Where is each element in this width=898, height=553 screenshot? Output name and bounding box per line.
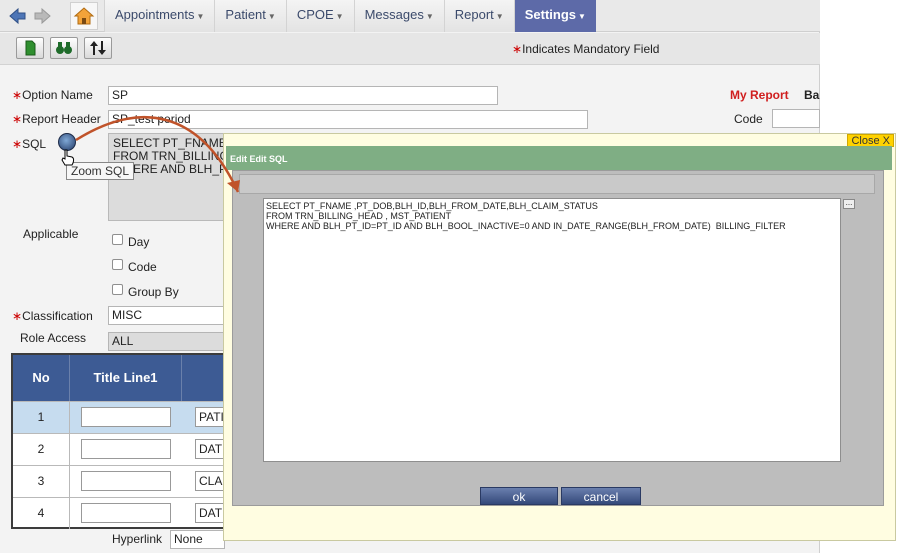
row-number: 4 <box>13 498 70 529</box>
new-document-button[interactable] <box>16 37 44 59</box>
role-access-label: Role Access <box>20 331 87 345</box>
report-header-input[interactable]: SP_test period <box>108 110 588 129</box>
cancel-button[interactable]: cancel <box>561 487 641 505</box>
row-number: 3 <box>13 466 70 497</box>
back-arrow-icon[interactable] <box>6 5 28 27</box>
main-menu: Appointments ▼ Patient ▼ CPOE ▼ Messages ▼ R… <box>104 0 596 32</box>
ba-text: Ba <box>804 88 820 102</box>
table-row[interactable]: 1 PATI <box>13 401 235 433</box>
title-input[interactable] <box>81 471 171 491</box>
header-title-line1: Title Line1 <box>70 355 182 401</box>
title-input[interactable] <box>81 439 171 459</box>
title-input[interactable] <box>81 503 171 523</box>
table-row[interactable]: 2 DATE <box>13 433 235 465</box>
sql-editor[interactable]: SELECT PT_FNAME ,PT_DOB,BLH_ID,BLH_FROM_… <box>263 198 841 462</box>
group-by-label: Group By <box>128 285 179 299</box>
group-by-checkbox[interactable] <box>112 284 123 295</box>
hyperlink-label: Hyperlink <box>112 532 163 546</box>
code-option-label: Code <box>128 260 157 274</box>
role-access-field[interactable]: ALL <box>108 332 228 351</box>
new-document-icon <box>25 40 36 56</box>
zoom-sql-tooltip: Zoom SQL <box>66 162 135 180</box>
title-grid: No Title Line1 1 PATI 2 DATE 3 CLAI 4 DA… <box>11 353 235 529</box>
edit-sql-dialog: Close X Edit Edit SQL SELECT PT_FNAME ,P… <box>223 133 896 541</box>
menu-report[interactable]: Report ▼ <box>443 0 514 32</box>
ok-button[interactable]: ok <box>480 487 558 505</box>
mandatory-note: ∗Indicates Mandatory Field <box>512 42 660 56</box>
dialog-title: Edit Edit SQL <box>226 146 892 170</box>
code-checkbox[interactable] <box>112 259 123 270</box>
row-number: 1 <box>13 402 70 433</box>
table-row[interactable]: 3 CLAI <box>13 465 235 497</box>
sort-arrows-icon <box>90 41 106 55</box>
top-nav: Appointments ▼ Patient ▼ CPOE ▼ Messages ▼ R… <box>0 0 820 32</box>
hand-cursor-icon <box>61 149 75 166</box>
my-report-link[interactable]: My Report <box>730 88 789 102</box>
day-checkbox[interactable] <box>112 234 123 245</box>
row-number: 2 <box>13 434 70 465</box>
option-name-input[interactable]: SP <box>108 86 498 105</box>
code-label: Code <box>734 112 763 126</box>
day-label: Day <box>128 235 150 249</box>
menu-appointments[interactable]: Appointments ▼ <box>104 0 215 32</box>
table-row[interactable]: 4 DATE <box>13 497 235 529</box>
sql-label: ∗SQL <box>12 137 47 151</box>
hyperlink-select[interactable]: None <box>170 530 225 549</box>
code-input[interactable] <box>772 109 820 128</box>
classification-select[interactable]: MISC <box>108 306 228 325</box>
forward-arrow-icon[interactable] <box>32 5 54 27</box>
title-input[interactable] <box>81 407 171 427</box>
option-name-label: ∗Option Name <box>12 88 93 102</box>
home-icon <box>73 7 95 25</box>
find-button[interactable] <box>50 37 78 59</box>
dialog-header-bar <box>239 174 875 194</box>
toolbar: ∗Indicates Mandatory Field <box>0 33 820 65</box>
menu-messages[interactable]: Messages ▼ <box>353 0 444 32</box>
more-options-icon[interactable]: ... <box>843 199 855 209</box>
sort-button[interactable] <box>84 37 112 59</box>
menu-cpoe[interactable]: CPOE ▼ <box>285 0 354 32</box>
menu-patient[interactable]: Patient ▼ <box>214 0 286 32</box>
dialog-body: SELECT PT_FNAME ,PT_DOB,BLH_ID,BLH_FROM_… <box>232 170 884 506</box>
header-no: No <box>13 355 70 401</box>
report-header-label: ∗Report Header <box>12 112 101 126</box>
grid-header: No Title Line1 <box>13 355 229 401</box>
binoculars-icon <box>56 42 72 54</box>
classification-label: ∗Classification <box>12 309 93 323</box>
home-button[interactable] <box>70 2 98 30</box>
applicable-label: Applicable <box>23 227 79 241</box>
menu-settings[interactable]: Settings ▼ <box>513 0 596 32</box>
